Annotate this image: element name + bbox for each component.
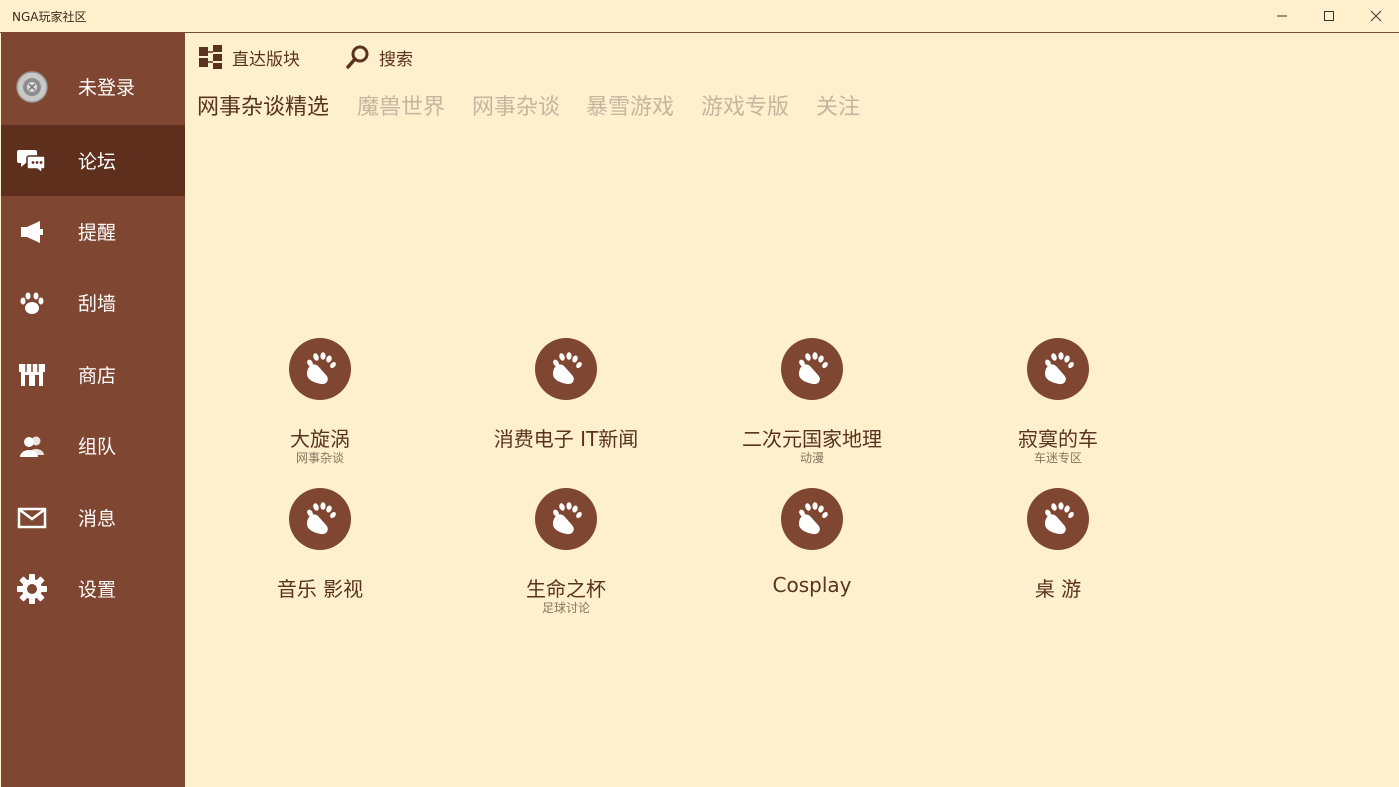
- title-bar: NGA玩家社区: [0, 0, 1399, 33]
- forum-chat-icon: [15, 144, 49, 178]
- avatar-icon: [15, 70, 49, 104]
- team-icon: [15, 429, 49, 463]
- sidebar: 未登录 论坛 提醒 刮墙 商店 组队 消息 设置: [1, 33, 185, 787]
- paw-icon: [15, 286, 49, 320]
- tab-game-boards[interactable]: 游戏专版: [701, 89, 789, 121]
- tab-featured[interactable]: 网事杂谈精选: [197, 89, 329, 121]
- board-tile[interactable]: 桌 游: [938, 488, 1178, 628]
- sidebar-item-label: 组队: [78, 436, 117, 458]
- board-subtitle: 网事杂谈: [295, 451, 344, 465]
- board-tile[interactable]: 寂寞的车 车迷专区: [938, 338, 1178, 478]
- board-tile[interactable]: 消费电子 IT新闻: [446, 338, 686, 478]
- sidebar-item-label: 论坛: [78, 151, 117, 173]
- board-tile[interactable]: 二次元国家地理 动漫: [692, 338, 932, 478]
- board-paw-icon: [289, 488, 351, 550]
- sidebar-item-team[interactable]: 组队: [1, 410, 185, 481]
- board-subtitle: 动漫: [799, 451, 824, 465]
- board-paw-icon: [535, 338, 597, 400]
- board-name: 寂寞的车: [1018, 427, 1098, 451]
- board-name: 音乐 影视: [276, 577, 364, 601]
- board-tile[interactable]: 大旋涡 网事杂谈: [200, 338, 440, 478]
- board-tile[interactable]: Cosplay: [692, 488, 932, 628]
- window-title: NGA玩家社区: [12, 10, 87, 24]
- tab-chat[interactable]: 网事杂谈: [472, 89, 560, 121]
- search-label: 搜索: [379, 49, 413, 70]
- maximize-button[interactable]: [1306, 0, 1352, 32]
- search-button[interactable]: 搜索: [345, 43, 413, 71]
- sidebar-item-settings[interactable]: 设置: [1, 553, 185, 624]
- board-subtitle: 足球讨论: [541, 601, 590, 615]
- tab-blizzard[interactable]: 暴雪游戏: [586, 89, 674, 121]
- sidebar-item-wall[interactable]: 刮墙: [1, 267, 185, 338]
- sidebar-item-label: 设置: [78, 579, 117, 601]
- board-tile[interactable]: 音乐 影视: [200, 488, 440, 628]
- store-icon: [15, 358, 49, 392]
- sidebar-item-forum[interactable]: 论坛: [1, 125, 185, 196]
- tab-wow[interactable]: 魔兽世界: [357, 89, 445, 121]
- board-name: 二次元国家地理: [742, 427, 882, 451]
- board-tile[interactable]: 生命之杯 足球讨论: [446, 488, 686, 628]
- board-paw-icon: [781, 488, 843, 550]
- search-icon: [346, 45, 369, 69]
- minimize-icon: [1277, 15, 1287, 17]
- close-button[interactable]: [1353, 0, 1399, 32]
- board-paw-icon: [535, 488, 597, 550]
- sidebar-item-label: 刮墙: [78, 293, 117, 315]
- minimize-button[interactable]: [1259, 0, 1305, 32]
- gear-icon: [15, 572, 49, 606]
- direct-board-label: 直达版块: [232, 49, 300, 70]
- maximize-icon: [1324, 11, 1334, 21]
- sidebar-item-login[interactable]: 未登录: [1, 51, 185, 122]
- tab-follow[interactable]: 关注: [816, 89, 860, 121]
- mail-icon: [15, 501, 49, 535]
- board-paw-icon: [289, 338, 351, 400]
- board-name: 大旋涡: [290, 427, 350, 451]
- board-paw-icon: [1027, 338, 1089, 400]
- sidebar-item-label: 提醒: [78, 222, 117, 244]
- main-content: 直达版块 搜索 网事杂谈精选 魔兽世界 网事杂谈 暴雪游戏 游戏专版 关注 大旋…: [185, 33, 1399, 787]
- board-subtitle: 车迷专区: [1033, 451, 1082, 465]
- sidebar-item-store[interactable]: 商店: [1, 339, 185, 410]
- board-name: Cosplay: [772, 573, 852, 597]
- megaphone-icon: [15, 215, 49, 249]
- close-icon: [1370, 10, 1382, 22]
- board-paw-icon: [1027, 488, 1089, 550]
- sidebar-item-label: 未登录: [78, 77, 136, 99]
- sidebar-item-label: 消息: [78, 508, 117, 530]
- board-paw-icon: [781, 338, 843, 400]
- sitemap-icon: [199, 45, 222, 69]
- direct-board-button[interactable]: 直达版块: [198, 43, 300, 71]
- board-name: 消费电子 IT新闻: [493, 427, 639, 451]
- board-name: 生命之杯: [526, 577, 606, 601]
- sidebar-item-label: 商店: [78, 365, 117, 387]
- board-name: 桌 游: [1034, 577, 1082, 601]
- sidebar-item-reminder[interactable]: 提醒: [1, 196, 185, 267]
- sidebar-item-messages[interactable]: 消息: [1, 482, 185, 553]
